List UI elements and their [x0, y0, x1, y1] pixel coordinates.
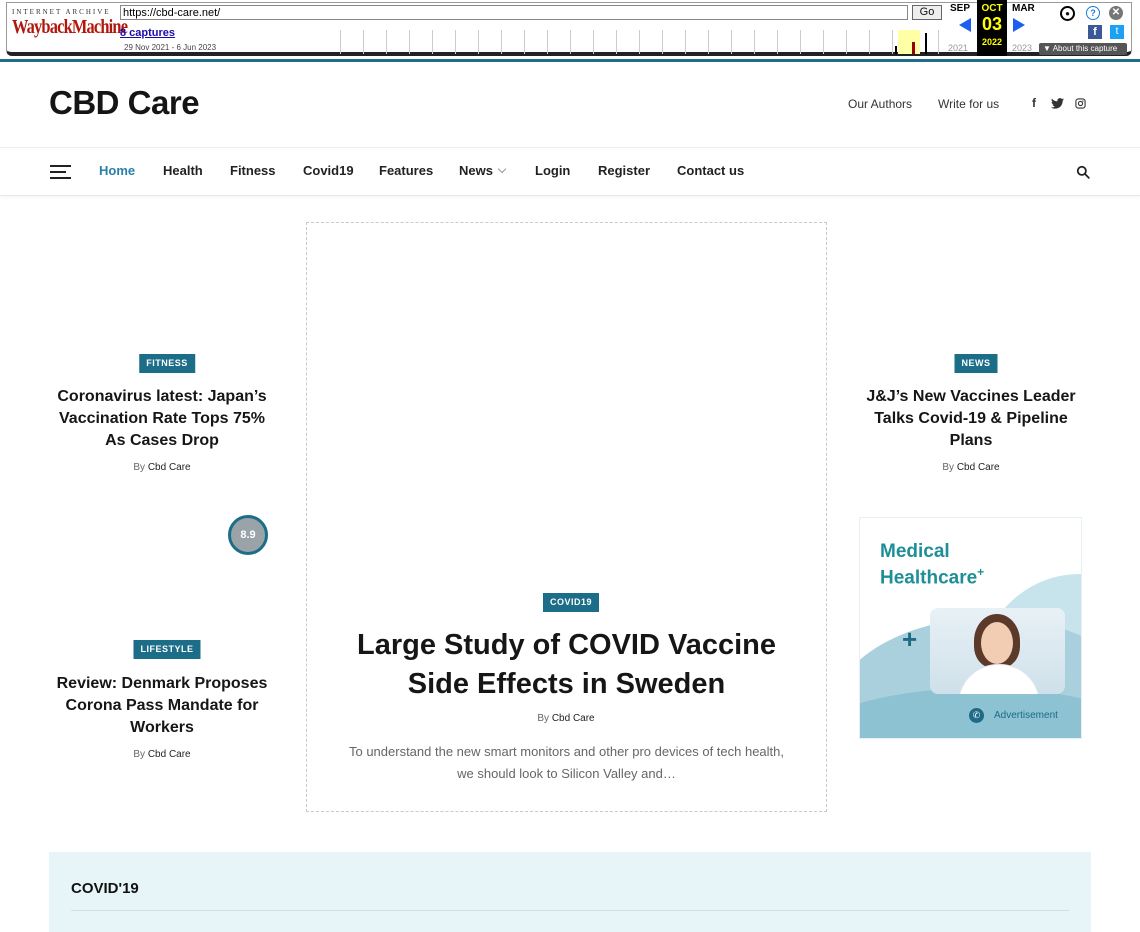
category-badge-fitness[interactable]: FITNESS: [139, 354, 195, 373]
covid19-section: COVID'19: [49, 852, 1091, 932]
nav-item-news[interactable]: News: [459, 163, 507, 178]
search-icon[interactable]: [1076, 165, 1090, 179]
category-badge-lifestyle[interactable]: LIFESTYLE: [133, 640, 201, 659]
wayback-captures-link[interactable]: 8 captures: [120, 27, 175, 39]
doctor-photo: [930, 608, 1065, 694]
advertisement-banner[interactable]: Medical Healthcare+ + ✆ Advertisement: [859, 517, 1082, 739]
wayback-url-input[interactable]: https://cbd-care.net/: [120, 5, 908, 20]
wayback-next-year[interactable]: 2023: [1012, 43, 1032, 53]
nav-item-register[interactable]: Register: [598, 163, 650, 178]
wayback-logo-wordmark: WaybackMachine: [12, 16, 128, 38]
wayback-go-button[interactable]: Go: [912, 5, 942, 20]
phone-icon: ✆: [969, 708, 984, 723]
nav-item-features[interactable]: Features: [379, 163, 433, 178]
byline-author[interactable]: Cbd Care: [148, 462, 191, 473]
wayback-current-day: 03: [981, 14, 1003, 34]
byline-author[interactable]: Cbd Care: [552, 713, 595, 724]
facebook-share-icon[interactable]: f: [1088, 25, 1102, 39]
wayback-prev-month[interactable]: SEP: [950, 3, 970, 14]
about-capture-label: About this capture: [1052, 44, 1118, 53]
ad-headline-line2: Healthcare: [880, 567, 978, 589]
nav-item-fitness[interactable]: Fitness: [230, 163, 276, 178]
wayback-prev-arrow-icon[interactable]: [959, 18, 971, 32]
byline-by: By: [133, 749, 146, 760]
post-title-japan-vaccination[interactable]: Coronavirus latest: Japan’s Vaccination …: [52, 386, 272, 452]
nav-item-news-label: News: [459, 163, 493, 178]
wayback-sparkline[interactable]: [318, 30, 940, 54]
post-title-jj-vaccines-leader[interactable]: J&J’s New Vaccines Leader Talks Covid-19…: [860, 386, 1082, 452]
advertisement-label: Advertisement: [994, 710, 1058, 721]
menu-hamburger-icon[interactable]: [50, 165, 71, 179]
medical-cross-icon: +: [902, 624, 918, 654]
main-navigation: Home Health Fitness Covid19 Features New…: [0, 148, 1140, 196]
byline-by: By: [133, 462, 146, 473]
byline-by: By: [537, 713, 550, 724]
close-icon[interactable]: ✕: [1109, 6, 1123, 20]
byline-by: By: [942, 462, 955, 473]
toolbar-divider: [0, 59, 1140, 62]
post-byline: By Cbd Care: [133, 749, 190, 760]
category-badge-news[interactable]: NEWS: [954, 354, 998, 373]
twitter-share-icon[interactable]: t: [1110, 25, 1124, 39]
wayback-next-month[interactable]: MAR: [1012, 3, 1035, 14]
nav-item-covid19[interactable]: Covid19: [303, 163, 354, 178]
category-badge-covid19[interactable]: COVID19: [542, 593, 600, 612]
instagram-icon[interactable]: [1075, 98, 1086, 109]
review-score-badge: 8.9: [228, 515, 268, 555]
section-title[interactable]: COVID'19: [71, 880, 139, 897]
ad-headline-line1: Medical: [880, 541, 950, 562]
post-byline: By Cbd Care: [942, 462, 999, 473]
post-byline: By Cbd Care: [537, 713, 594, 724]
wayback-logo-top: INTERNET ARCHIVE: [12, 8, 111, 16]
nav-item-home[interactable]: Home: [99, 163, 135, 178]
help-icon[interactable]: ?: [1086, 6, 1100, 20]
wayback-current-year: 2022: [981, 37, 1003, 47]
ad-headline: Medical Healthcare+: [880, 541, 984, 588]
post-byline: By Cbd Care: [133, 462, 190, 473]
featured-post-excerpt: To understand the new smart monitors and…: [348, 744, 785, 781]
user-account-icon[interactable]: ●: [1060, 6, 1075, 21]
site-logo[interactable]: CBD Care: [49, 84, 200, 122]
nav-item-health[interactable]: Health: [163, 163, 203, 178]
twitter-icon[interactable]: [1051, 98, 1064, 109]
featured-post-title[interactable]: Large Study of COVID Vaccine Side Effect…: [330, 626, 803, 704]
wayback-logo[interactable]: INTERNET ARCHIVE WaybackMachine: [12, 8, 128, 48]
section-divider: [71, 910, 1069, 911]
wayback-next-arrow-icon[interactable]: [1013, 18, 1025, 32]
wayback-capture-range: 29 Nov 2021 - 6 Jun 2023: [124, 43, 217, 52]
wayback-current-date: OCT 03 2022: [977, 0, 1007, 56]
byline-author[interactable]: Cbd Care: [957, 462, 1000, 473]
ad-headline-mark: +: [977, 565, 985, 579]
wayback-toolbar: INTERNET ARCHIVE WaybackMachine https://…: [0, 0, 1140, 62]
wayback-prev-year[interactable]: 2021: [948, 43, 968, 53]
facebook-icon[interactable]: f: [1032, 96, 1036, 110]
wayback-current-month: OCT: [981, 3, 1003, 14]
chevron-down-icon: [497, 164, 507, 174]
post-title-denmark-corona-pass[interactable]: Review: Denmark Proposes Corona Pass Man…: [52, 673, 272, 739]
write-for-us-link[interactable]: Write for us: [938, 97, 999, 111]
about-capture-button[interactable]: ▼ About this capture: [1039, 43, 1127, 55]
our-authors-link[interactable]: Our Authors: [848, 97, 912, 111]
nav-item-login[interactable]: Login: [535, 163, 570, 178]
nav-item-contact-us[interactable]: Contact us: [677, 163, 744, 178]
byline-author[interactable]: Cbd Care: [148, 749, 191, 760]
